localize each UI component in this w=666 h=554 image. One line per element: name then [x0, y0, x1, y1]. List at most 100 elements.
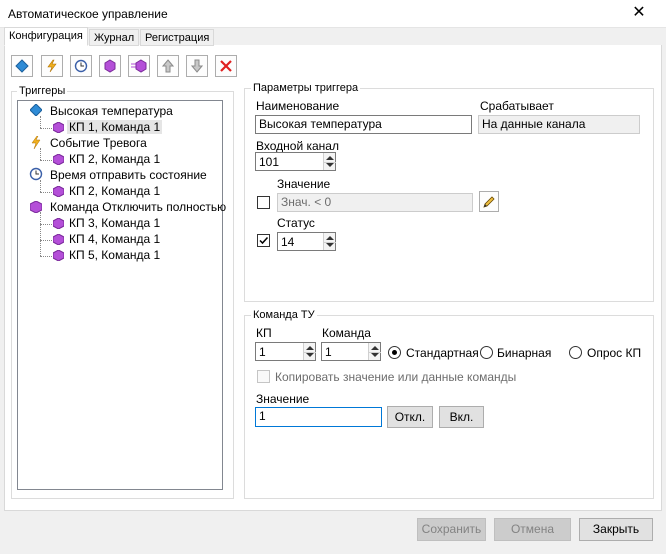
save-button[interactable]: Сохранить	[417, 518, 486, 541]
tree-connector	[40, 128, 52, 129]
tree-connector	[40, 224, 52, 225]
edit-value-button[interactable]	[479, 191, 499, 212]
spin-down-icon[interactable]	[306, 353, 314, 357]
name-label: Наименование	[256, 99, 340, 113]
purple-command-icon	[53, 218, 64, 229]
add-timer-button[interactable]	[70, 55, 92, 77]
copy-value-label: Копировать значение или данные команды	[275, 370, 517, 384]
radio-poll-kp-label[interactable]: Опрос КП	[587, 346, 641, 360]
cancel-button[interactable]: Отмена	[494, 518, 571, 541]
spin-arrows[interactable]	[368, 343, 381, 360]
purple-command-icon	[104, 59, 116, 73]
purple-command-icon	[53, 250, 64, 261]
diamond-trigger-icon	[15, 59, 29, 73]
radio-binary-label[interactable]: Бинарная	[497, 346, 551, 360]
purple-command-icon	[53, 154, 64, 165]
radio-standard-label[interactable]: Стандартная	[406, 346, 479, 360]
copy-value-checkbox[interactable]	[257, 370, 270, 383]
status-checkbox[interactable]	[257, 234, 270, 247]
input-channel-value: 101	[259, 155, 280, 169]
tree-connector	[40, 192, 52, 193]
close-button[interactable]: Закрыть	[579, 518, 653, 541]
tree-connector	[40, 160, 52, 161]
name-field[interactable]: Высокая температура	[255, 115, 472, 134]
close-icon[interactable]: ✕	[628, 3, 650, 23]
off-button[interactable]: Откл.	[387, 406, 433, 428]
purple-command-icon	[30, 201, 42, 213]
spin-arrows[interactable]	[323, 233, 336, 250]
triggers-group-label: Триггеры	[17, 85, 68, 97]
cmd-label: Команда	[322, 326, 371, 340]
triggers-tree[interactable]: Высокая температура КП 1, Команда 1 Собы…	[17, 100, 226, 490]
purple-command-icon	[53, 122, 64, 133]
spin-arrows[interactable]	[323, 153, 336, 170]
window-title: Автоматическое управление	[8, 7, 168, 21]
tree-item-command[interactable]: КП 1, Команда 1	[67, 120, 163, 134]
fires-label: Срабатывает	[480, 99, 554, 113]
tree-item-command[interactable]: КП 5, Команда 1	[69, 248, 160, 262]
spin-up-icon[interactable]	[371, 346, 379, 350]
command-group-label: Команда ТУ	[251, 309, 317, 321]
tree-item-command[interactable]: КП 2, Команда 1	[69, 184, 160, 198]
move-up-button[interactable]	[157, 55, 179, 77]
add-trigger-diamond-button[interactable]	[11, 55, 33, 77]
spin-up-icon[interactable]	[326, 236, 334, 240]
radio-binary[interactable]	[480, 346, 493, 359]
add-event-button[interactable]	[41, 55, 63, 77]
kp-stepper[interactable]: 1	[255, 342, 316, 361]
spin-up-icon[interactable]	[306, 346, 314, 350]
command-value-field[interactable]: 1	[255, 407, 382, 427]
spin-down-icon[interactable]	[326, 163, 334, 167]
clock-timer-icon	[74, 59, 88, 73]
tree-connector	[40, 180, 41, 192]
tree-item-command[interactable]: КП 3, Команда 1	[69, 216, 160, 230]
tree-item-trigger[interactable]: Время отправить состояние	[50, 168, 207, 182]
add-command-icon	[131, 59, 147, 73]
tree-item-command[interactable]: КП 4, Команда 1	[69, 232, 160, 246]
tree-item-trigger[interactable]: Команда Отключить полностью	[50, 200, 226, 214]
purple-command-icon	[53, 234, 64, 245]
value-condition-field[interactable]: Знач. < 0	[277, 193, 473, 212]
diamond-icon	[30, 104, 42, 116]
tree-connector	[40, 240, 52, 241]
radio-standard[interactable]	[388, 346, 401, 359]
delete-icon	[220, 60, 232, 72]
value-checkbox[interactable]	[257, 196, 270, 209]
delete-button[interactable]	[215, 55, 237, 77]
cmd-value: 1	[325, 345, 332, 359]
tree-item-trigger[interactable]: Событие Тревога	[50, 136, 147, 150]
input-channel-stepper[interactable]: 101	[255, 152, 336, 171]
clock-icon	[29, 167, 43, 181]
tree-connector	[40, 116, 41, 128]
move-down-icon	[191, 59, 203, 73]
tab-registration[interactable]: Регистрация	[140, 29, 215, 46]
checkmark-icon	[259, 236, 269, 245]
tab-journal[interactable]: Журнал	[89, 29, 140, 46]
tree-item-trigger[interactable]: Высокая температура	[50, 104, 173, 118]
trigger-params-label: Параметры триггера	[251, 82, 361, 94]
lightning-event-icon	[47, 59, 57, 73]
cmd-stepper[interactable]: 1	[321, 342, 381, 361]
on-button[interactable]: Вкл.	[439, 406, 484, 428]
spin-arrows[interactable]	[303, 343, 316, 360]
command-value-label: Значение	[256, 392, 310, 406]
tree-item-command[interactable]: КП 2, Команда 1	[69, 152, 160, 166]
spin-up-icon[interactable]	[326, 156, 334, 160]
pencil-icon	[483, 195, 495, 208]
kp-label: КП	[256, 326, 272, 340]
spin-down-icon[interactable]	[326, 243, 334, 247]
input-channel-label: Входной канал	[256, 139, 339, 153]
radio-poll-kp[interactable]	[569, 346, 582, 359]
move-down-button[interactable]	[186, 55, 208, 77]
add-subcommand-button[interactable]	[128, 55, 150, 77]
spin-down-icon[interactable]	[371, 353, 379, 357]
kp-value: 1	[259, 345, 266, 359]
tree-connector	[40, 148, 41, 160]
tree-connector	[40, 256, 52, 257]
add-command-button[interactable]	[99, 55, 121, 77]
status-value: 14	[281, 235, 295, 249]
tab-configuration[interactable]: Конфигурация	[4, 27, 88, 46]
tree-connector	[40, 212, 41, 256]
status-stepper[interactable]: 14	[277, 232, 336, 251]
purple-command-icon	[53, 186, 64, 197]
